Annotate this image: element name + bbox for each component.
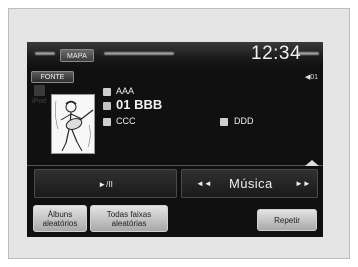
next-icon[interactable]: ►►	[295, 179, 311, 188]
music-seek-button[interactable]: ◄◄ Música ►►	[181, 169, 318, 198]
audio-screen: MAPA 12:34 FONTE ◀01 iPod AAA 01 BBB CCC…	[27, 42, 323, 237]
album-icon	[103, 118, 111, 126]
artist-name: AAA	[116, 86, 135, 96]
shuffle-albums-label-2: aleatórios	[42, 219, 78, 228]
shuffle-all-label-1: Todas faixas	[106, 210, 152, 219]
divider	[27, 165, 323, 166]
scroll-up-icon[interactable]	[305, 160, 319, 166]
shuffle-albums-label-1: Álbuns	[47, 210, 73, 219]
top-bar: MAPA 12:34	[27, 42, 323, 67]
glow-left	[35, 52, 55, 55]
genre-name: DDD	[234, 116, 254, 126]
ipod-source-icon	[34, 85, 45, 96]
volume-indicator: ◀01	[304, 74, 318, 81]
glow-mid	[104, 52, 174, 55]
artist-icon	[103, 88, 111, 96]
track-title: 01 BBB	[116, 97, 163, 112]
shuffle-all-button[interactable]: Todas faixas aleatórias	[90, 205, 168, 232]
source-button[interactable]: FONTE	[31, 71, 74, 83]
guitarist-illustration-icon	[55, 100, 94, 152]
clock: 12:34	[251, 43, 302, 64]
album-name: CCC	[116, 116, 136, 126]
prev-icon[interactable]: ◄◄	[196, 179, 212, 188]
track-icon	[103, 102, 111, 110]
repeat-button[interactable]: Repetir	[257, 209, 317, 231]
shuffle-albums-button[interactable]: Álbuns aleatórios	[33, 205, 87, 232]
album-art	[51, 94, 95, 154]
play-pause-button[interactable]: ►/II	[34, 169, 177, 198]
map-button[interactable]: MAPA	[60, 49, 94, 62]
ipod-label: iPod	[32, 98, 47, 105]
shuffle-all-label-2: aleatórias	[111, 219, 147, 228]
genre-icon	[220, 118, 228, 126]
music-label: Música	[229, 176, 273, 191]
